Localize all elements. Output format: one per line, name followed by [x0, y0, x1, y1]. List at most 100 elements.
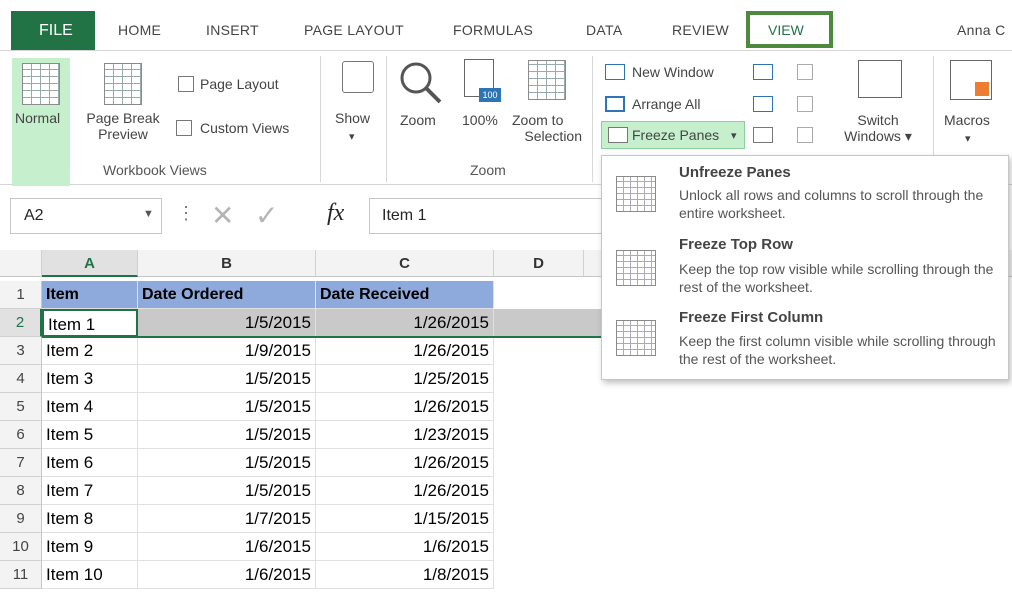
tab-data[interactable]: DATA — [586, 22, 622, 38]
row-header[interactable]: 10 — [0, 533, 42, 561]
table-cell[interactable]: 1/6/2015 — [138, 533, 316, 561]
table-cell[interactable]: Item 6 — [42, 449, 138, 477]
table-cell[interactable]: 1/6/2015 — [138, 561, 316, 589]
table-cell[interactable]: 1/9/2015 — [138, 337, 316, 365]
cell-b1[interactable]: Date Ordered — [138, 281, 316, 309]
row-header[interactable]: 4 — [0, 365, 42, 393]
table-cell[interactable]: 1/15/2015 — [316, 505, 494, 533]
row-header[interactable]: 6 — [0, 421, 42, 449]
table-cell[interactable]: Item 10 — [42, 561, 138, 589]
table-cell[interactable]: 1/25/2015 — [316, 365, 494, 393]
tab-review[interactable]: REVIEW — [672, 22, 729, 38]
table-cell[interactable] — [494, 309, 602, 337]
formula-input-value: Item 1 — [382, 207, 427, 224]
table-cell[interactable]: 1/26/2015 — [316, 477, 494, 505]
view-side-by-side-icon[interactable] — [797, 64, 813, 80]
row-header[interactable]: 1 — [0, 281, 42, 309]
unfreeze-panes-option[interactable]: Unfreeze Panes — [679, 164, 791, 181]
column-header-d[interactable]: D — [494, 250, 584, 277]
tab-file[interactable]: FILE — [11, 11, 95, 50]
freeze-first-column-option[interactable]: Freeze First Column — [679, 309, 823, 326]
row-header[interactable]: 5 — [0, 393, 42, 421]
select-all-corner[interactable] — [0, 250, 42, 277]
column-header-a[interactable]: A — [42, 250, 138, 277]
page-break-preview-button[interactable]: Page Break Preview — [80, 110, 166, 142]
table-cell[interactable]: 1/23/2015 — [316, 421, 494, 449]
table-cell[interactable]: 1/26/2015 — [316, 309, 494, 337]
formula-bar-dots-icon[interactable]: ⋮ — [177, 203, 195, 224]
normal-view-label: Normal — [15, 110, 61, 126]
user-name[interactable]: Anna C — [957, 22, 1006, 38]
row-header[interactable]: 11 — [0, 561, 42, 589]
column-header-b[interactable]: B — [138, 250, 316, 277]
switch-windows-button[interactable]: Switch Windows ▾ — [838, 112, 918, 145]
table-cell[interactable]: 1/5/2015 — [138, 421, 316, 449]
table-cell[interactable]: 1/5/2015 — [138, 309, 316, 337]
table-cell[interactable]: 1/5/2015 — [138, 477, 316, 505]
table-cell[interactable]: 1/5/2015 — [138, 393, 316, 421]
table-cell[interactable]: 1/8/2015 — [316, 561, 494, 589]
arrange-all-icon — [605, 96, 625, 112]
table-cell[interactable]: Item 2 — [42, 337, 138, 365]
show-dropdown-arrow-icon[interactable]: ▾ — [349, 130, 355, 143]
macros-dropdown-arrow-icon[interactable]: ▾ — [965, 132, 971, 145]
cell-c1[interactable]: Date Received — [316, 281, 494, 309]
table-cell[interactable]: Item 8 — [42, 505, 138, 533]
row-header[interactable]: 7 — [0, 449, 42, 477]
tab-insert[interactable]: INSERT — [206, 22, 259, 38]
cell-a2-active[interactable]: Item 1 — [42, 309, 138, 337]
hide-icon[interactable] — [753, 96, 773, 112]
zoom-to-selection-button[interactable]: Zoom to Selection — [512, 112, 582, 144]
tab-page-layout[interactable]: PAGE LAYOUT — [304, 22, 404, 38]
unhide-icon[interactable] — [753, 127, 773, 143]
arrange-all-button[interactable]: Arrange All — [632, 96, 700, 112]
split-icon[interactable] — [753, 64, 773, 80]
table-cell[interactable]: 1/7/2015 — [138, 505, 316, 533]
table-cell[interactable]: 1/5/2015 — [138, 449, 316, 477]
enter-check-icon[interactable]: ✓ — [255, 199, 278, 232]
cell-a1[interactable]: Item — [42, 281, 138, 309]
custom-views-button[interactable]: Custom Views — [200, 120, 289, 136]
cancel-icon[interactable]: ✕ — [211, 199, 234, 232]
tab-home[interactable]: HOME — [118, 22, 161, 38]
zoom-button[interactable]: Zoom — [400, 112, 436, 128]
reset-window-position-icon[interactable] — [797, 127, 813, 143]
normal-view-icon — [22, 63, 60, 105]
freeze-panes-dropdown-arrow-icon[interactable]: ▾ — [731, 129, 737, 142]
table-cell[interactable]: 1/5/2015 — [138, 365, 316, 393]
table-cell[interactable]: Item 9 — [42, 533, 138, 561]
table-cell[interactable]: 1/26/2015 — [316, 449, 494, 477]
page-break-label-1: Page Break — [86, 110, 160, 126]
synchronous-scrolling-icon[interactable] — [797, 96, 813, 112]
page-layout-button[interactable]: Page Layout — [200, 76, 279, 92]
row-header[interactable]: 8 — [0, 477, 42, 505]
table-cell[interactable]: 1/26/2015 — [316, 393, 494, 421]
zoom-to-selection-label-1: Zoom to — [512, 112, 564, 128]
table-cell[interactable]: Item 4 — [42, 393, 138, 421]
table-cell[interactable]: Item 3 — [42, 365, 138, 393]
unfreeze-panes-desc: Unlock all rows and columns to scroll th… — [679, 187, 984, 221]
row-header[interactable]: 9 — [0, 505, 42, 533]
tab-formulas[interactable]: FORMULAS — [453, 22, 533, 38]
zoom-100-badge: 100 — [479, 88, 501, 102]
new-window-icon — [605, 64, 625, 80]
insert-function-fx-icon[interactable]: fx — [327, 200, 344, 227]
new-window-button[interactable]: New Window — [632, 64, 714, 80]
table-cell[interactable]: Item 5 — [42, 421, 138, 449]
table-cell[interactable]: Item 7 — [42, 477, 138, 505]
zoom-100-button[interactable]: 100% — [462, 112, 498, 128]
name-box-dropdown-icon[interactable]: ▼ — [143, 208, 154, 220]
table-cell[interactable]: 1/26/2015 — [316, 337, 494, 365]
column-header-c[interactable]: C — [316, 250, 494, 277]
group-workbook-views-label: Workbook Views — [103, 162, 207, 178]
show-button[interactable]: Show — [335, 110, 370, 126]
row-header[interactable]: 2 — [0, 309, 42, 337]
freeze-top-row-desc: Keep the top row visible while scrolling… — [679, 261, 994, 295]
tab-view[interactable]: VIEW — [768, 22, 804, 38]
row-header[interactable]: 3 — [0, 337, 42, 365]
unfreeze-panes-icon — [616, 176, 656, 212]
table-cell[interactable]: 1/6/2015 — [316, 533, 494, 561]
macros-button[interactable]: Macros — [944, 112, 990, 128]
page-break-preview-icon — [104, 63, 142, 105]
freeze-top-row-option[interactable]: Freeze Top Row — [679, 236, 793, 253]
